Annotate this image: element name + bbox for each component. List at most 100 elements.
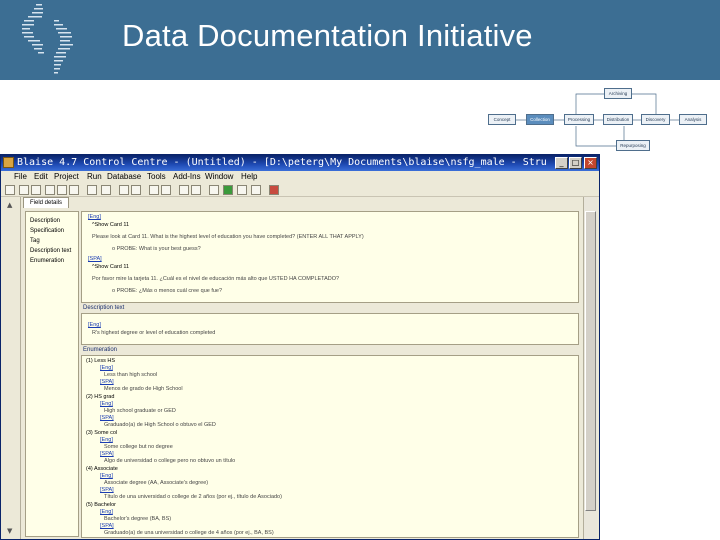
lifecycle-node-discovery: Discovery <box>641 114 670 125</box>
gutter-down-arrow-icon[interactable]: ▼ <box>7 527 12 535</box>
save-icon[interactable] <box>31 185 41 195</box>
lifecycle-node-collection: Collection <box>526 114 554 125</box>
lang-tag[interactable]: [SPA] <box>88 256 102 262</box>
menu-tools[interactable]: Tools <box>147 172 166 181</box>
side-item-description-text[interactable]: Description text <box>30 248 71 254</box>
cut-icon[interactable] <box>45 185 55 195</box>
properties-icon[interactable] <box>191 185 201 195</box>
side-item-specification[interactable]: Specification <box>30 228 64 234</box>
left-gutter: ▲ ▼ <box>1 197 21 539</box>
enum-line: Some college but no degree <box>104 444 173 450</box>
options-icon[interactable] <box>251 185 261 195</box>
enum-line: High school graduate or GED <box>104 408 176 414</box>
enum-line: Menos de grado de High School <box>104 386 183 392</box>
enum-line: Bachelor's degree (BA, BS) <box>104 516 172 522</box>
lang-tag[interactable]: [SPA] <box>100 523 114 529</box>
lang-tag[interactable]: [SPA] <box>100 415 114 421</box>
question-line: Por favor mire la tarjeta 11. ¿Cuál es e… <box>92 276 340 282</box>
description-text-pane: [Eng] R's highest degree or level of edu… <box>81 313 579 345</box>
enum-line: Graduado(a) de una universidad o college… <box>104 530 274 536</box>
lang-tag[interactable]: [Eng] <box>100 509 113 515</box>
question-line: o PROBE: ¿Más o menos cuál cree que fue? <box>112 288 223 294</box>
description-line: R's highest degree or level of education… <box>92 330 216 336</box>
toolbar <box>1 184 599 197</box>
compile-icon[interactable] <box>119 185 129 195</box>
gutter-up-arrow-icon[interactable]: ▲ <box>7 201 12 209</box>
browse-icon[interactable] <box>179 185 189 195</box>
lifecycle-node-processing: Processing <box>564 114 594 125</box>
enum-line: Graduado(a) de High School o obtuvo el G… <box>104 422 216 428</box>
lifecycle-node-repurposing: Repurposing <box>616 140 650 151</box>
menu-file[interactable]: File <box>14 172 27 181</box>
find-icon[interactable] <box>101 185 111 195</box>
run-icon[interactable] <box>223 185 233 195</box>
ddi-logo <box>14 2 84 78</box>
side-panel: Description Specification Tag Descriptio… <box>25 211 79 537</box>
side-item-enumeration[interactable]: Enumeration <box>30 258 64 264</box>
question-line: ^Show Card 11 <box>92 222 130 228</box>
enumeration-pane-label: Enumeration <box>83 347 118 353</box>
blaise-window: Blaise 4.7 Control Centre - (Untitled) -… <box>0 154 600 540</box>
enum-line: (4) Associate <box>86 466 118 472</box>
menu-edit[interactable]: Edit <box>34 172 48 181</box>
lang-tag[interactable]: [Eng] <box>88 322 101 328</box>
paste-icon[interactable] <box>69 185 79 195</box>
enum-line: Título de una universidad o college de 2… <box>104 494 282 500</box>
question-text-pane: [Eng] ^Show Card 11 Please look at Card … <box>81 211 579 303</box>
menu-run[interactable]: Run <box>87 172 102 181</box>
menu-bar: File Edit Project Run Database Tools Add… <box>1 171 599 184</box>
window-titlebar[interactable]: Blaise 4.7 Control Centre - (Untitled) -… <box>1 155 599 171</box>
check-icon[interactable] <box>209 185 219 195</box>
lifecycle-node-analysis: Analysis <box>679 114 707 125</box>
slide-header: Data Documentation Initiative <box>0 0 720 80</box>
question-line: o PROBE: What is your best guess? <box>112 246 201 252</box>
enum-line: Less than high school <box>104 372 158 378</box>
side-item-tag[interactable]: Tag <box>30 238 40 244</box>
enumeration-pane: (1) Less HS [Eng] Less than high school … <box>81 355 579 538</box>
structure-icon[interactable] <box>149 185 159 195</box>
lifecycle-node-concept: Concept <box>488 114 516 125</box>
vertical-scrollbar[interactable] <box>583 197 597 539</box>
side-item-description[interactable]: Description <box>30 218 60 224</box>
menu-add-ins[interactable]: Add-Ins <box>173 172 201 181</box>
enum-line: (2) HS grad <box>86 394 115 400</box>
enum-line: Associate degree (AA, Associate's degree… <box>104 480 209 486</box>
question-line: ^Show Card 11 <box>92 264 130 270</box>
lang-tag[interactable]: [SPA] <box>100 451 114 457</box>
menu-project[interactable]: Project <box>54 172 79 181</box>
menu-database[interactable]: Database <box>107 172 141 181</box>
tab-field-details[interactable]: Field details <box>23 197 69 208</box>
lang-tag[interactable]: [Eng] <box>100 401 113 407</box>
lang-tag[interactable]: [SPA] <box>100 379 114 385</box>
database-icon[interactable] <box>161 185 171 195</box>
menu-window[interactable]: Window <box>205 172 233 181</box>
minimize-button[interactable]: _ <box>555 157 568 169</box>
stop-icon[interactable] <box>269 185 279 195</box>
lang-tag[interactable]: [Eng] <box>100 437 113 443</box>
enum-line: (5) Bachelor <box>86 502 116 508</box>
window-title: Blaise 4.7 Control Centre - (Untitled) -… <box>17 157 547 168</box>
description-pane-label: Description text <box>83 305 125 311</box>
undo-icon[interactable] <box>87 185 97 195</box>
enum-line: (3) Some col <box>86 430 118 436</box>
lifecycle-node-archiving: Archiving <box>604 88 632 99</box>
lang-tag[interactable]: [Eng] <box>88 214 101 220</box>
debug-icon[interactable] <box>237 185 247 195</box>
enum-line: (1) Less HS <box>86 358 116 364</box>
maximize-button[interactable]: □ <box>569 157 582 169</box>
slide-title: Data Documentation Initiative <box>122 18 533 53</box>
lifecycle-diagram: Archiving Concept Collection Processing … <box>484 84 714 156</box>
close-button[interactable]: × <box>584 157 597 169</box>
app-icon <box>3 157 14 168</box>
lang-tag[interactable]: [Eng] <box>100 365 113 371</box>
lang-tag[interactable]: [Eng] <box>100 473 113 479</box>
question-line: Please look at Card 11. What is the high… <box>92 234 364 240</box>
enum-line: Algo de universidad o college pero no ob… <box>104 458 236 464</box>
new-file-icon[interactable] <box>5 185 15 195</box>
menu-help[interactable]: Help <box>241 172 257 181</box>
scrollbar-thumb[interactable] <box>585 211 596 511</box>
open-folder-icon[interactable] <box>19 185 29 195</box>
lang-tag[interactable]: [SPA] <box>100 487 114 493</box>
prepare-icon[interactable] <box>131 185 141 195</box>
copy-icon[interactable] <box>57 185 67 195</box>
